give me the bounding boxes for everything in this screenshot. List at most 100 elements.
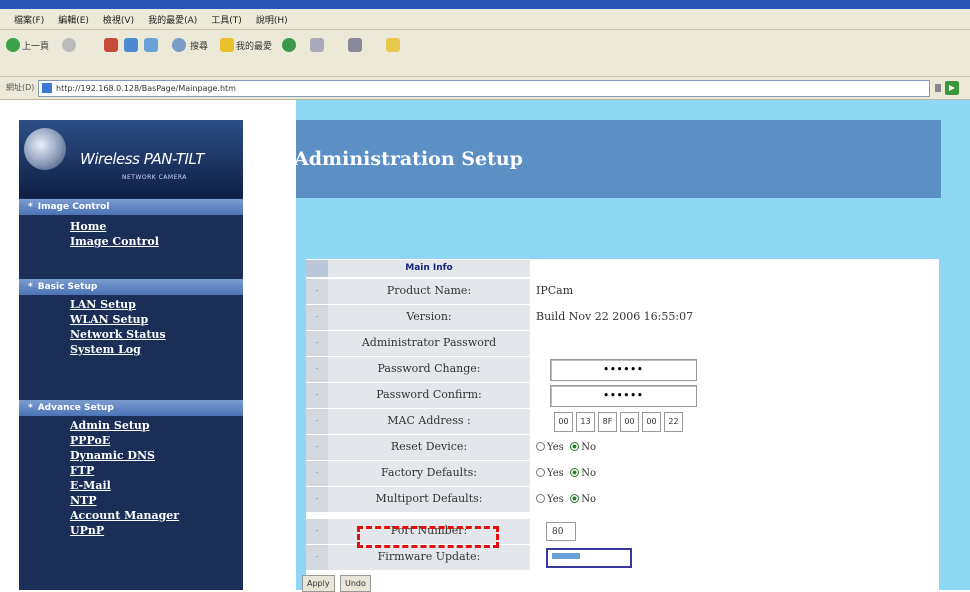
- row-factory-defaults: - Factory Defaults: Yes No: [306, 461, 939, 487]
- undo-button[interactable]: Undo: [340, 575, 371, 592]
- address-text: http://192.168.0.128/BasPage/Mainpage.ht…: [56, 84, 236, 93]
- row-marker: -: [306, 461, 328, 486]
- sidebar-item-upnp[interactable]: UPnP: [70, 524, 104, 537]
- sidebar-item-account-manager[interactable]: Account Manager: [70, 509, 179, 522]
- multiport-yes-radio[interactable]: [536, 494, 545, 503]
- row-admin-password: - Administrator Password: [306, 331, 939, 357]
- back-icon[interactable]: [6, 38, 20, 52]
- search-label[interactable]: 搜尋: [190, 39, 208, 52]
- factory-defaults-label: Factory Defaults:: [328, 461, 530, 487]
- password-change-input[interactable]: ••••••: [550, 359, 697, 381]
- mac-octet-3[interactable]: 8F: [598, 412, 617, 432]
- row-product-name: - Product Name: IPCam: [306, 279, 939, 305]
- password-confirm-input[interactable]: ••••••: [550, 385, 697, 407]
- mac-octet-4[interactable]: 00: [620, 412, 639, 432]
- row-marker: [306, 260, 328, 277]
- sidebar-item-wlan-setup[interactable]: WLAN Setup: [70, 313, 148, 326]
- row-marker: -: [306, 357, 328, 382]
- yes-label: Yes: [547, 442, 564, 453]
- search-icon[interactable]: [172, 38, 186, 52]
- no-label: No: [581, 442, 597, 453]
- row-marker: -: [306, 435, 328, 460]
- yes-label: Yes: [547, 494, 564, 505]
- window-title-strip: [0, 0, 970, 9]
- sidebar-item-email[interactable]: E-Mail: [70, 479, 111, 492]
- back-label[interactable]: 上一頁: [22, 39, 49, 52]
- menu-bar: 檔案(F) 編輯(E) 檢視(V) 我的最愛(A) 工具(T) 說明(H): [0, 9, 970, 30]
- reset-yes-radio[interactable]: [536, 442, 545, 451]
- mac-octet-2[interactable]: 13: [576, 412, 595, 432]
- menu-tools[interactable]: 工具(T): [211, 13, 242, 26]
- row-marker: -: [306, 409, 328, 434]
- menu-favorites[interactable]: 我的最愛(A): [148, 13, 197, 26]
- mac-octet-1[interactable]: 00: [554, 412, 573, 432]
- row-password-change: - Password Change: ••••••: [306, 357, 939, 383]
- folder-icon[interactable]: [386, 38, 400, 52]
- home-icon[interactable]: [144, 38, 158, 52]
- form-header: Main Info: [328, 260, 530, 278]
- mail-icon[interactable]: [310, 38, 324, 52]
- refresh-icon[interactable]: [124, 38, 138, 52]
- camera-logo-icon: [24, 128, 66, 170]
- row-version: - Version: Build Nov 22 2006 16:55:07: [306, 305, 939, 331]
- firmware-browse-button[interactable]: [546, 548, 632, 568]
- password-confirm-label: Password Confirm:: [328, 383, 530, 409]
- password-change-label: Password Change:: [328, 357, 530, 383]
- sidebar-item-ntp[interactable]: NTP: [70, 494, 97, 507]
- mac-octet-6[interactable]: 22: [664, 412, 683, 432]
- product-name-label: Product Name:: [328, 279, 530, 305]
- section-advance-setup: * Advance Setup: [19, 400, 243, 416]
- mac-label: MAC Address :: [328, 409, 530, 435]
- row-marker: -: [306, 487, 328, 512]
- sidebar-item-system-log[interactable]: System Log: [70, 343, 141, 356]
- star-icon: *: [28, 403, 33, 413]
- row-marker: -: [306, 545, 328, 570]
- factory-yes-radio[interactable]: [536, 468, 545, 477]
- menu-file[interactable]: 檔案(F): [14, 13, 44, 26]
- sidebar-item-network-status[interactable]: Network Status: [70, 328, 166, 341]
- row-multiport-defaults: - Multiport Defaults: Yes No: [306, 487, 939, 513]
- multiport-no-radio[interactable]: [570, 494, 580, 503]
- sidebar-item-ftp[interactable]: FTP: [70, 464, 94, 477]
- menu-view[interactable]: 檢視(V): [103, 13, 134, 26]
- go-button[interactable]: [935, 80, 965, 96]
- stop-icon[interactable]: [104, 38, 118, 52]
- print-icon[interactable]: [348, 38, 362, 52]
- row-reset-device: - Reset Device: Yes No: [306, 435, 939, 461]
- firmware-update-label: Firmware Update:: [328, 545, 530, 571]
- logo-subtitle: NETWORK CAMERA: [122, 174, 187, 181]
- row-marker: -: [306, 331, 328, 356]
- row-firmware-update: - Firmware Update:: [306, 545, 939, 571]
- favorites-label[interactable]: 我的最愛: [236, 39, 272, 52]
- sidebar-item-lan-setup[interactable]: LAN Setup: [70, 298, 136, 311]
- multiport-defaults-label: Multiport Defaults:: [328, 487, 530, 513]
- highlight-box: [357, 526, 499, 548]
- sidebar-item-home[interactable]: Home: [70, 220, 106, 233]
- address-bar: 網址(D) http://192.168.0.128/BasPage/Mainp…: [0, 77, 970, 100]
- form-header-row: Main Info: [306, 260, 939, 278]
- row-marker: -: [306, 383, 328, 408]
- logo-title: Wireless PAN-TILT: [80, 150, 204, 168]
- menu-edit[interactable]: 編輯(E): [58, 13, 89, 26]
- factory-no-radio[interactable]: [570, 468, 580, 477]
- row-marker: -: [306, 279, 328, 304]
- row-mac-address: - MAC Address : 00 13 8F 00 00 22: [306, 409, 939, 435]
- sidebar-item-dynamic-dns[interactable]: Dynamic DNS: [70, 449, 155, 462]
- address-input[interactable]: http://192.168.0.128/BasPage/Mainpage.ht…: [38, 80, 930, 97]
- sidebar-item-pppoe[interactable]: PPPoE: [70, 434, 110, 447]
- reset-no-radio[interactable]: [570, 442, 580, 451]
- menu-help[interactable]: 說明(H): [256, 13, 288, 26]
- sidebar-item-image-control[interactable]: Image Control: [70, 235, 159, 248]
- reset-device-label: Reset Device:: [328, 435, 530, 461]
- sidebar-item-admin-setup[interactable]: Admin Setup: [70, 419, 150, 432]
- media-icon[interactable]: [282, 38, 296, 52]
- browser-toolbar: 上一頁 搜尋 我的最愛: [0, 30, 970, 77]
- favorites-icon[interactable]: [220, 38, 234, 52]
- port-number-input[interactable]: 80: [546, 522, 576, 541]
- mac-octet-5[interactable]: 00: [642, 412, 661, 432]
- forward-icon[interactable]: [62, 38, 76, 52]
- yes-label: Yes: [547, 468, 564, 479]
- apply-button[interactable]: Apply: [302, 575, 335, 592]
- row-password-confirm: - Password Confirm: ••••••: [306, 383, 939, 409]
- version-label: Version:: [328, 305, 530, 331]
